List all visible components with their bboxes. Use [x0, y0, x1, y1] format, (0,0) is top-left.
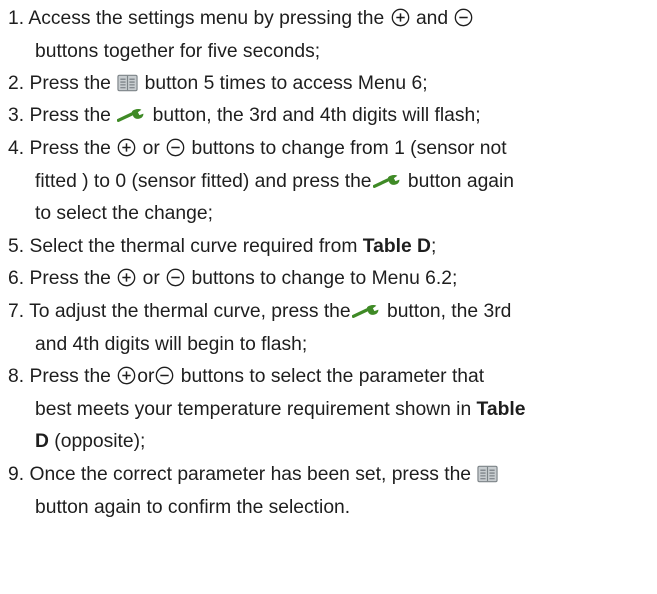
step-text: Access the settings menu by pressing the — [28, 8, 385, 29]
step-number: 8. — [8, 366, 25, 387]
minus-circle-icon — [166, 268, 185, 287]
step-number: 2. — [8, 73, 25, 94]
step-text: ; — [430, 236, 437, 257]
list-item-step-5: 5. Select the thermal curve required fro… — [8, 231, 648, 264]
minus-circle-icon — [454, 8, 473, 27]
step-number: 4. — [8, 138, 25, 159]
step-text: button again — [407, 170, 515, 192]
step-text: Select the thermal curve required from — [29, 236, 358, 257]
step-text: Press the — [29, 268, 111, 289]
list-item-step-3: 3. Press the button, the 3rd and 4th dig… — [8, 100, 648, 133]
step-text-continued: buttons together for five seconds; — [35, 40, 321, 62]
step-text: button 5 times to access Menu 6; — [144, 73, 428, 94]
book-icon — [477, 465, 498, 483]
step-text: Once the correct parameter has been set,… — [29, 464, 472, 485]
step-text: buttons to change to Menu 6.2; — [191, 268, 458, 289]
minus-circle-icon — [155, 366, 174, 385]
table-reference: D — [35, 431, 49, 452]
step-text-continued: D (opposite); — [8, 426, 648, 459]
step-number: 5. — [8, 236, 25, 257]
step-number: 1. — [8, 8, 25, 29]
step-number: 6. — [8, 268, 25, 289]
step-text-continued: to select the change; — [35, 203, 213, 224]
instructions-document: 1. Access the settings menu by pressing … — [0, 0, 657, 594]
step-text: fitted ) to 0 (sensor fitted) and press … — [35, 170, 372, 192]
step-number: 3. — [8, 105, 25, 126]
list-item-step-6: 6. Press the or buttons to change to Men… — [8, 263, 648, 296]
step-text: or — [142, 268, 160, 289]
book-icon — [117, 74, 138, 92]
table-reference: Table — [476, 398, 526, 420]
step-text-continued: fitted ) to 0 (sensor fitted) and press … — [8, 166, 648, 199]
list-item-step-2: 2. Press the button 5 times to access Me… — [8, 68, 648, 101]
step-number: 9. — [8, 464, 25, 485]
step-text: or — [137, 366, 155, 387]
step-text-continued: best meets your temperature requirement … — [8, 394, 648, 427]
step-text: (opposite); — [54, 431, 146, 452]
wrench-icon — [352, 304, 381, 318]
step-text: buttons to select the parameter that — [180, 366, 485, 387]
wrench-icon — [117, 108, 146, 122]
step-text: buttons to change from 1 (sensor not — [191, 138, 507, 159]
step-text: best meets your temperature requirement … — [35, 398, 472, 420]
list-item-step-1: 1. Access the settings menu by pressing … — [8, 3, 648, 68]
plus-circle-icon — [117, 138, 136, 157]
step-text: button, the 3rd and 4th digits will flas… — [152, 105, 481, 126]
plus-circle-icon — [117, 366, 136, 385]
step-number: 7. — [8, 301, 25, 322]
minus-circle-icon — [166, 138, 185, 157]
list-item-step-9: 9. Once the correct parameter has been s… — [8, 459, 648, 524]
table-reference: Table D — [362, 236, 431, 257]
list-item-step-8: 8. Press the or buttons to select the pa… — [8, 361, 648, 459]
step-text: Press the — [29, 105, 111, 126]
step-text: button, the 3rd — [386, 301, 512, 322]
step-text: Press the — [29, 366, 111, 387]
list-item-step-4: 4. Press the or buttons to change from 1… — [8, 133, 648, 231]
step-text: Press the — [29, 138, 111, 159]
step-text: Press the — [29, 73, 111, 94]
step-text: and — [415, 8, 449, 29]
step-text: To adjust the thermal curve, press the — [29, 301, 351, 322]
plus-circle-icon — [117, 268, 136, 287]
step-text-continued: and 4th digits will begin to flash; — [35, 333, 308, 355]
step-text-continued: button again to confirm the selection. — [35, 496, 351, 518]
wrench-icon — [373, 174, 402, 188]
plus-circle-icon — [391, 8, 410, 27]
list-item-step-7: 7. To adjust the thermal curve, press th… — [8, 296, 648, 361]
step-text: or — [142, 138, 160, 159]
